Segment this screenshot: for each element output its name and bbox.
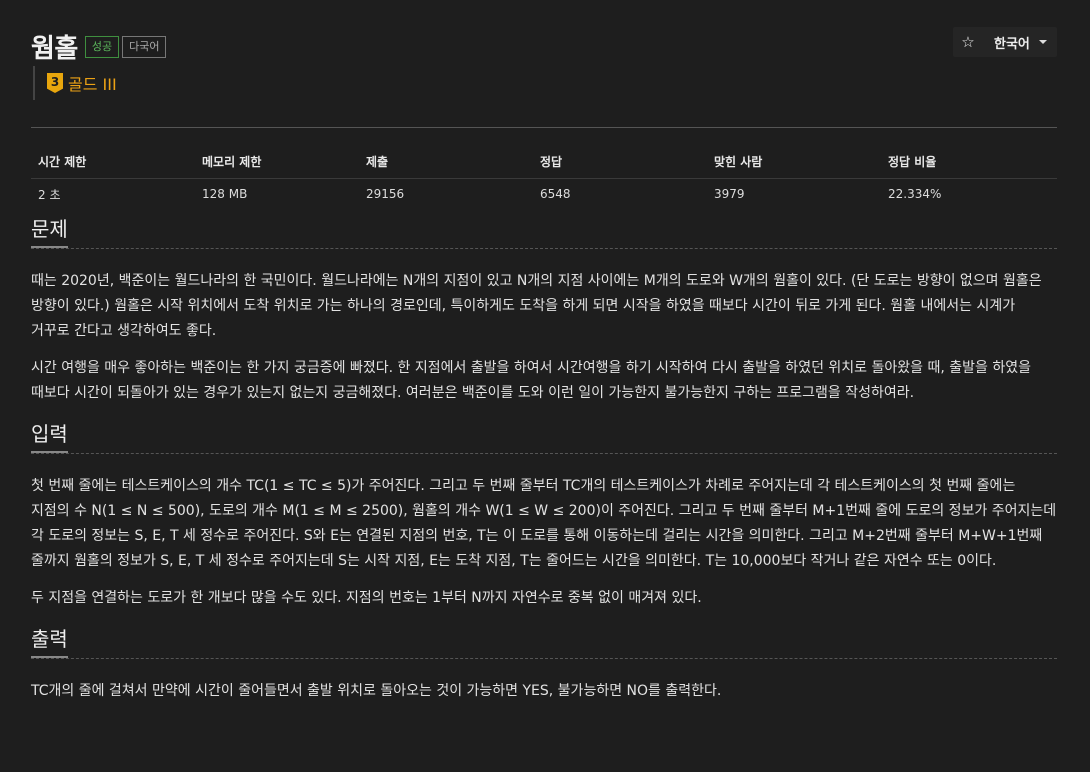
output-heading: 출력	[31, 623, 68, 658]
header-time-limit: 시간 제한	[31, 146, 195, 179]
description-paragraph: 때는 2020년, 백준이는 월드나라의 한 국민이다. 월드나라에는 N개의 …	[31, 273, 1042, 339]
description-paragraph: 시간 여행을 매우 좋아하는 백준이는 한 가지 궁금증에 빠졌다. 한 지점에…	[31, 360, 1031, 401]
header-acceptance-ratio: 정답 비율	[881, 146, 1057, 179]
memory-limit-value: 128 MB	[202, 187, 248, 202]
header-submissions: 제출	[359, 146, 533, 179]
accepted-value: 6548	[540, 187, 571, 202]
tier-indicator: 3 골드 III	[33, 66, 117, 100]
submissions-value[interactable]: 29156	[359, 178, 533, 210]
tier-icon: 3	[47, 73, 63, 93]
title-row: 웜홀 성공 다국어	[31, 28, 167, 65]
input-paragraph: 첫 번째 줄에는 테스트케이스의 개수 TC(1 ≤ TC ≤ 5)가 주어진다…	[31, 478, 1057, 569]
description-section: 문제 때는 2020년, 백준이는 월드나라의 한 국민이다. 월드나라에는 N…	[31, 213, 1057, 406]
problem-page: 웜홀 성공 다국어 3 골드 III ☆ 한국어 시간 제한 메모리 제한 제출…	[0, 0, 1090, 772]
chevron-down-icon[interactable]	[1038, 40, 1047, 44]
header-memory-limit: 메모리 제한	[195, 146, 359, 179]
output-section: 출력 TC개의 줄에 걸쳐서 만약에 시간이 줄어들면서 출발 위치로 돌아오는…	[31, 623, 1057, 704]
header-accepted: 정답	[533, 146, 707, 179]
table-header-row: 시간 제한 메모리 제한 제출 정답 맞힌 사람 정답 비율	[31, 146, 1057, 179]
tier-label: 골드 III	[68, 75, 117, 94]
section-heading: 출력	[31, 623, 1057, 659]
problem-title: 웜홀	[31, 34, 78, 64]
solved-users-value[interactable]: 3979	[707, 178, 881, 210]
input-heading: 입력	[31, 418, 68, 453]
problem-header: 웜홀 성공 다국어 3 골드 III ☆ 한국어	[31, 0, 1057, 128]
acceptance-ratio-value: 22.334%	[888, 187, 942, 202]
language-dropdown[interactable]: 한국어	[994, 33, 1030, 52]
table-row: 2 초 128 MB 29156 6548 3979 22.334%	[31, 178, 1057, 210]
section-heading: 문제	[31, 213, 1057, 249]
time-limit-value: 2 초	[38, 187, 61, 202]
section-heading: 입력	[31, 418, 1057, 454]
multilang-badge[interactable]: 다국어	[122, 35, 167, 58]
language-selector: ☆ 한국어	[953, 27, 1057, 57]
header-solved-users: 맞힌 사람	[707, 146, 881, 179]
description-heading: 문제	[31, 213, 68, 248]
problem-info-table: 시간 제한 메모리 제한 제출 정답 맞힌 사람 정답 비율 2 초 128 M…	[31, 146, 1057, 210]
star-icon[interactable]: ☆	[953, 33, 983, 51]
input-section: 입력 첫 번째 줄에는 테스트케이스의 개수 TC(1 ≤ TC ≤ 5)가 주…	[31, 418, 1057, 611]
status-badge-success: 성공	[84, 35, 120, 58]
output-paragraph: TC개의 줄에 걸쳐서 만약에 시간이 줄어들면서 출발 위치로 돌아오는 것이…	[31, 683, 722, 699]
input-paragraph: 두 지점을 연결하는 도로가 한 개보다 많을 수도 있다. 지점의 번호는 1…	[31, 590, 702, 606]
